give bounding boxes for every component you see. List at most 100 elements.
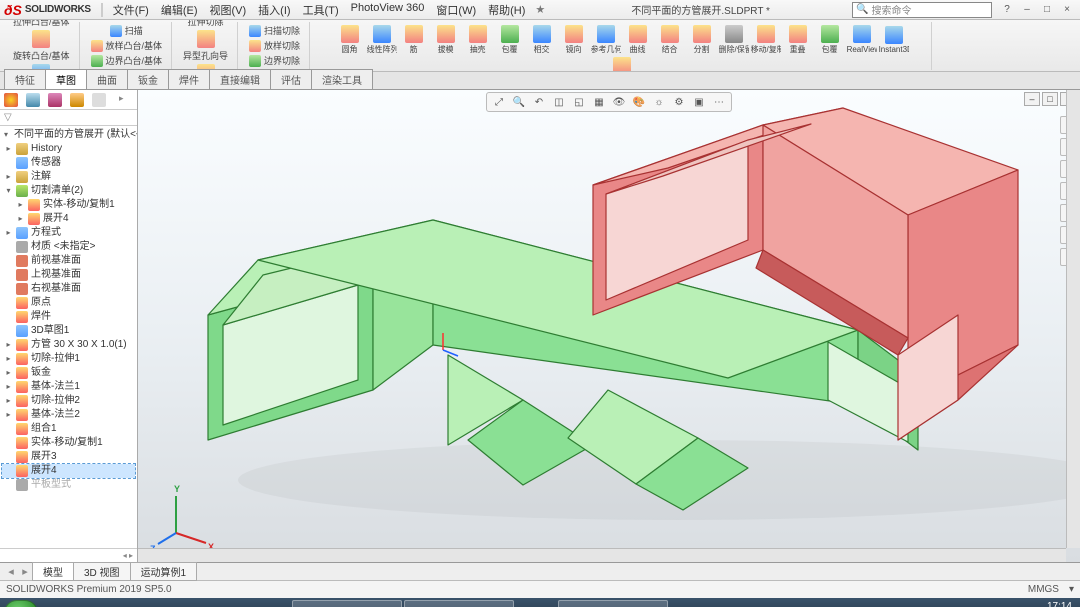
ribbon-旋转凸台/基体[interactable]: 旋转凸台/基体: [10, 29, 73, 63]
menu-PhotoView 360[interactable]: PhotoView 360: [345, 0, 431, 20]
menu-star-icon[interactable]: ★: [531, 3, 549, 16]
graphics-viewport[interactable]: ⤢ 🔍 ↶ ◫ ◱ ▦ 👁 🎨 ☼ ⚙ ▣ ⋯ – □ ×: [138, 90, 1080, 562]
ribbon-RealView 图形[interactable]: RealView 图形: [846, 24, 878, 56]
ribbon-放样切除[interactable]: 放样切除: [246, 39, 303, 53]
tree-item-材质 <未指定>[interactable]: 材质 <未指定>: [2, 240, 135, 254]
command-tab-曲面[interactable]: 曲面: [86, 69, 128, 89]
tree-item-展开4[interactable]: ▸展开4: [2, 212, 135, 226]
maximize-button[interactable]: □: [1038, 2, 1056, 18]
orientation-triad[interactable]: [156, 488, 216, 548]
property-manager-icon[interactable]: [26, 93, 40, 107]
ribbon-相交[interactable]: 相交: [526, 24, 558, 56]
tree-arrow-icon[interactable]: ▸: [16, 198, 25, 212]
tree-item-上视基准面[interactable]: 上视基准面: [2, 268, 135, 282]
ribbon-扫描[interactable]: 扫描: [88, 24, 166, 38]
tree-item-注解[interactable]: ▸注解: [2, 170, 135, 184]
filter-icon[interactable]: ▽: [4, 112, 12, 123]
ribbon-拉伸凸台/基体[interactable]: 拉伸凸台/基体: [10, 20, 73, 29]
start-button[interactable]: [4, 600, 38, 607]
menu-文件[interactable]: 文件(F): [107, 0, 155, 20]
help-button[interactable]: ?: [998, 2, 1016, 18]
ribbon-结合[interactable]: 结合: [654, 24, 686, 56]
tree-item-平板型式[interactable]: 平板型式: [2, 478, 135, 492]
minimize-button[interactable]: –: [1018, 2, 1036, 18]
tree-item-History[interactable]: ▸History: [2, 142, 135, 156]
tree-item-基体-法兰2[interactable]: ▸基体-法兰2: [2, 408, 135, 422]
menu-视图[interactable]: 视图(V): [204, 0, 253, 20]
vertical-scrollbar[interactable]: [1066, 90, 1080, 548]
taskbar-app[interactable]: 📁: [516, 600, 556, 607]
ribbon-特征涂刷器[interactable]: 特征涂刷器: [606, 56, 638, 73]
tree-item-传感器[interactable]: 传感器: [2, 156, 135, 170]
feature-manager-icon[interactable]: [4, 93, 18, 107]
ribbon-参考几何体[interactable]: 参考几何体: [590, 24, 622, 56]
tree-item-方程式[interactable]: ▸方程式: [2, 226, 135, 240]
ribbon-边界凸台/基体[interactable]: 边界凸台/基体: [88, 54, 166, 68]
menu-帮助[interactable]: 帮助(H): [482, 0, 531, 20]
ribbon-圆角[interactable]: 圆角: [334, 24, 366, 56]
command-tab-评估[interactable]: 评估: [270, 69, 312, 89]
panel-dropdown-icon[interactable]: ▸: [119, 93, 133, 107]
tree-item-原点[interactable]: 原点: [2, 296, 135, 310]
tree-arrow-icon[interactable]: ▸: [4, 226, 13, 240]
taskbar-app[interactable]: ⌂: [82, 600, 122, 607]
command-tab-渲染工具[interactable]: 渲染工具: [311, 69, 373, 89]
tree-arrow-icon[interactable]: ▸: [4, 352, 13, 366]
menu-插入[interactable]: 插入(I): [252, 0, 296, 20]
taskbar-app[interactable]: SW: [250, 600, 290, 607]
ribbon-镜向[interactable]: 镜向: [558, 24, 590, 56]
command-tab-特征[interactable]: 特征: [4, 69, 46, 89]
tree-item-前视基准面[interactable]: 前视基准面: [2, 254, 135, 268]
ribbon-移动/复制实体[interactable]: 移动/复制实体: [750, 24, 782, 56]
tree-arrow-icon[interactable]: ▸: [4, 338, 13, 352]
ribbon-曲线[interactable]: 曲线: [622, 24, 654, 56]
tree-item-切除-拉伸1[interactable]: ▸切除-拉伸1: [2, 352, 135, 366]
tree-item-焊件[interactable]: 焊件: [2, 310, 135, 324]
tree-scrollbar-bottom[interactable]: ◂ ▸: [0, 548, 137, 562]
taskbar-app[interactable]: 📁 H:\微信公众号\s...: [558, 600, 668, 607]
ribbon-筋[interactable]: 筋: [398, 24, 430, 56]
menu-编辑[interactable]: 编辑(E): [155, 0, 204, 20]
tree-arrow-icon[interactable]: ▸: [16, 212, 25, 226]
configuration-manager-icon[interactable]: [48, 93, 62, 107]
close-button[interactable]: ×: [1058, 2, 1076, 18]
tree-arrow-icon[interactable]: ▸: [4, 142, 13, 156]
ribbon-拔模[interactable]: 拔模: [430, 24, 462, 56]
horizontal-scrollbar[interactable]: [138, 548, 1066, 562]
ribbon-扫描切除[interactable]: 扫描切除: [246, 24, 303, 38]
tree-item-右视基准面[interactable]: 右视基准面: [2, 282, 135, 296]
doc-tab-3D 视图[interactable]: 3D 视图: [73, 562, 131, 581]
ribbon-删除/保留实体[interactable]: 删除/保留实体: [718, 24, 750, 56]
ribbon-Instant3D[interactable]: Instant3D: [878, 25, 910, 55]
status-units[interactable]: MMGS: [1028, 584, 1059, 595]
tree-arrow-icon[interactable]: ▸: [4, 366, 13, 380]
command-tab-钣金[interactable]: 钣金: [127, 69, 169, 89]
command-search-input[interactable]: 🔍 搜索命令: [852, 2, 992, 18]
system-tray[interactable]: 17:14 2022/9/28: [1028, 601, 1077, 607]
ribbon-异型孔向导[interactable]: 异型孔向导: [180, 29, 231, 63]
ribbon-放样凸台/基体[interactable]: 放样凸台/基体: [88, 39, 166, 53]
tree-item-组合1[interactable]: 组合1: [2, 422, 135, 436]
tree-item-展开3[interactable]: 展开3: [2, 450, 135, 464]
menu-窗口[interactable]: 窗口(W): [430, 0, 482, 20]
display-manager-icon[interactable]: [92, 93, 106, 107]
ribbon-重叠[interactable]: 重叠: [782, 24, 814, 56]
tree-item-实体-移动/复制1[interactable]: ▸实体-移动/复制1: [2, 198, 135, 212]
status-chevron-icon[interactable]: ▾: [1069, 584, 1074, 595]
tree-arrow-icon[interactable]: ▸: [4, 408, 13, 422]
tree-item-3D草图1[interactable]: 3D草图1: [2, 324, 135, 338]
ribbon-边界切除[interactable]: 边界切除: [246, 54, 303, 68]
tree-item-切割清单(2)[interactable]: ▾切割清单(2): [2, 184, 135, 198]
taskbar-app[interactable]: ⬤: [208, 600, 248, 607]
command-tab-焊件[interactable]: 焊件: [168, 69, 210, 89]
menu-工具[interactable]: 工具(T): [297, 0, 345, 20]
tree-item-实体-移动/复制1[interactable]: 实体-移动/复制1: [2, 436, 135, 450]
taskbar-app[interactable]: Ps: [124, 600, 164, 607]
tree-arrow-icon[interactable]: ▸: [4, 394, 13, 408]
tree-item-切除-拉伸2[interactable]: ▸切除-拉伸2: [2, 394, 135, 408]
tree-arrow-icon[interactable]: ▸: [4, 380, 13, 394]
tree-item-基体-法兰1[interactable]: ▸基体-法兰1: [2, 380, 135, 394]
feature-tree[interactable]: ▾ 不同平面的方管展开 (默认<<按加工...) ▸History传感器▸注解▾…: [0, 126, 137, 548]
tab-scroll-left-icon[interactable]: ◂: [4, 565, 18, 578]
ribbon-抽壳[interactable]: 抽壳: [462, 24, 494, 56]
